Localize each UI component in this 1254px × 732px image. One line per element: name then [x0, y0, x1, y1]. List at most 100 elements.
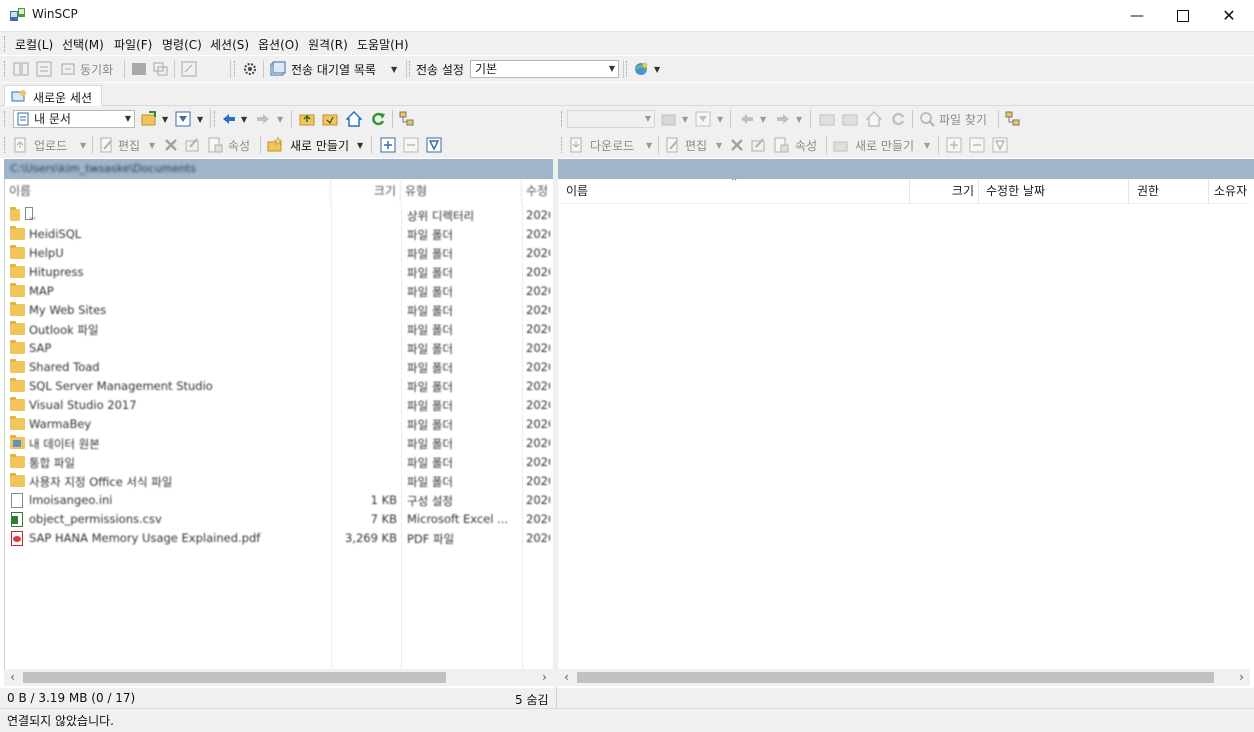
right-path-bar[interactable] [558, 159, 1254, 179]
left-col-size[interactable]: 크기 [331, 179, 401, 203]
table-row[interactable]: 내 데이터 원본 파일 폴더 2020 [5, 434, 550, 453]
edit-label[interactable]: 편집 [685, 137, 707, 154]
refresh-icon[interactable] [890, 111, 906, 127]
right-horizontal-scrollbar[interactable]: ‹ › [558, 669, 1250, 686]
table-row[interactable]: SAP HANA Memory Usage Explained.pdf 3,269… [5, 529, 550, 548]
table-row[interactable]: MAP 파일 폴더 2020 [5, 282, 550, 301]
queue-list-label[interactable]: 전송 대기열 목록 [291, 61, 376, 78]
new-folder-icon[interactable] [267, 137, 283, 153]
back-dropdown-arrow[interactable]: ▼ [760, 115, 766, 124]
left-path-bar[interactable]: C:\Users\kim_twsaske\Documents [4, 159, 553, 179]
table-row[interactable]: .. 상위 디렉터리 2020 [5, 206, 550, 225]
table-row[interactable]: Hitupress 파일 폴더 2020 [5, 263, 550, 282]
edit-icon[interactable] [665, 137, 681, 153]
upload-label[interactable]: 업로드 [34, 137, 67, 154]
table-row[interactable]: HeidiSQL 파일 폴더 2020 [5, 225, 550, 244]
sync-browsing-icon[interactable] [36, 61, 52, 77]
new-label[interactable]: 새로 만들기 [855, 137, 914, 154]
properties-label[interactable]: 속성 [228, 137, 250, 154]
synchronize-label[interactable]: 동기화 [80, 61, 113, 78]
parent-directory-icon[interactable] [299, 111, 315, 127]
select-plus-icon[interactable] [380, 137, 396, 153]
root-directory-icon[interactable] [842, 111, 858, 127]
edit-dropdown-arrow[interactable]: ▼ [149, 141, 155, 150]
back-arrow-icon[interactable] [221, 111, 237, 127]
tree-view-icon[interactable] [1005, 111, 1021, 127]
download-label[interactable]: 다운로드 [590, 137, 634, 154]
menu-remote[interactable]: 원격(R) [308, 36, 348, 53]
right-col-name[interactable]: 이름 ⌃ [558, 179, 910, 203]
globe-icon[interactable] [633, 61, 649, 77]
filter-dropdown-arrow[interactable]: ▼ [717, 115, 723, 124]
menu-mark[interactable]: 선택(M) [62, 36, 104, 53]
properties-label[interactable]: 속성 [795, 137, 817, 154]
table-row[interactable]: Outlook 파일 파일 폴더 2020 [5, 320, 550, 339]
menu-session[interactable]: 세션(S) [210, 36, 249, 53]
transfer-settings-select[interactable]: 기본 ▼ [470, 60, 619, 78]
left-col-date[interactable]: 수정 [522, 179, 554, 203]
open-folder-icon[interactable] [141, 111, 157, 127]
table-row[interactable]: lmoisangeo.ini 1 KB 구성 설정 2020 [5, 491, 550, 510]
maximize-button[interactable] [1160, 0, 1206, 31]
left-col-type[interactable]: 유형 [401, 179, 522, 203]
table-row[interactable]: WarmaBey 파일 폴더 2020 [5, 415, 550, 434]
download-icon[interactable] [569, 137, 585, 153]
menu-local[interactable]: 로컬(L) [15, 36, 53, 53]
upload-dropdown-arrow[interactable]: ▼ [80, 141, 86, 150]
scroll-left-icon[interactable]: ‹ [4, 669, 21, 686]
table-row[interactable]: HelpU 파일 폴더 2020 [5, 244, 550, 263]
right-file-list[interactable]: 이름 ⌃ 크기 수정한 날짜 권한 소유자 [558, 179, 1250, 670]
properties-icon[interactable] [207, 137, 223, 153]
deselect-minus-icon[interactable] [969, 137, 985, 153]
open-folder-dropdown-arrow[interactable]: ▼ [162, 115, 168, 124]
left-col-name[interactable]: 이름 [5, 179, 331, 203]
scroll-thumb[interactable] [23, 672, 446, 683]
rename-icon[interactable] [184, 137, 200, 153]
menu-files[interactable]: 파일(F) [114, 36, 152, 53]
menu-commands[interactable]: 명령(C) [162, 36, 202, 53]
table-row[interactable]: object_permissions.csv 7 KB Microsoft Exce… [5, 510, 550, 529]
left-file-list[interactable]: 이름 크기 유형 수정 .. 상위 디렉터리 2020 HeidiSQL 파일 폴더 20… [4, 179, 554, 670]
select-plus-icon[interactable] [946, 137, 962, 153]
edit-dropdown-arrow[interactable]: ▼ [716, 141, 722, 150]
queue-dropdown-arrow[interactable]: ▼ [391, 65, 397, 74]
filter-icon[interactable] [695, 111, 711, 127]
scroll-left-icon[interactable]: ‹ [558, 669, 575, 686]
left-location-select[interactable]: 내 문서 ▼ [13, 110, 135, 128]
scroll-right-icon[interactable]: › [536, 669, 553, 686]
scroll-right-icon[interactable]: › [1233, 669, 1250, 686]
filter-select-icon[interactable] [426, 137, 442, 153]
table-row[interactable]: 통합 파일 파일 폴더 2020 [5, 453, 550, 472]
new-label[interactable]: 새로 만들기 [290, 137, 349, 154]
right-col-owner[interactable]: 소유자 [1209, 179, 1250, 203]
table-row[interactable]: Shared Toad 파일 폴더 2020 [5, 358, 550, 377]
right-col-rights[interactable]: 권한 [1129, 179, 1209, 203]
table-row[interactable]: 사용자 지정 Office 서식 파일 파일 폴더 2020 [5, 472, 550, 491]
console-icon[interactable] [131, 61, 147, 77]
right-col-size[interactable]: 크기 [910, 179, 979, 203]
properties-icon[interactable] [773, 137, 789, 153]
forward-arrow-icon[interactable] [255, 111, 271, 127]
filter-dropdown-arrow[interactable]: ▼ [197, 115, 203, 124]
home-icon[interactable] [346, 111, 362, 127]
tree-view-icon[interactable] [399, 111, 415, 127]
menu-help[interactable]: 도움말(H) [357, 36, 409, 53]
delete-icon[interactable] [163, 137, 179, 153]
right-col-date[interactable]: 수정한 날짜 [979, 179, 1129, 203]
edit-icon[interactable] [99, 137, 115, 153]
open-folder-icon[interactable] [661, 111, 677, 127]
filter-icon[interactable] [175, 111, 191, 127]
filter-select-icon[interactable] [992, 137, 1008, 153]
rename-icon[interactable] [750, 137, 766, 153]
forward-arrow-icon[interactable] [775, 111, 791, 127]
putty-icon[interactable] [152, 61, 168, 77]
menu-options[interactable]: 옵션(O) [258, 36, 299, 53]
deselect-minus-icon[interactable] [403, 137, 419, 153]
right-location-select[interactable]: ▼ [567, 110, 655, 128]
edit-label[interactable]: 편집 [118, 137, 140, 154]
delete-icon[interactable] [729, 137, 745, 153]
globe-dropdown-arrow[interactable]: ▼ [654, 65, 660, 74]
find-files-icon[interactable] [919, 111, 935, 127]
parent-directory-icon[interactable] [819, 111, 835, 127]
tab-new-session[interactable]: 새로운 세션 [4, 85, 102, 106]
